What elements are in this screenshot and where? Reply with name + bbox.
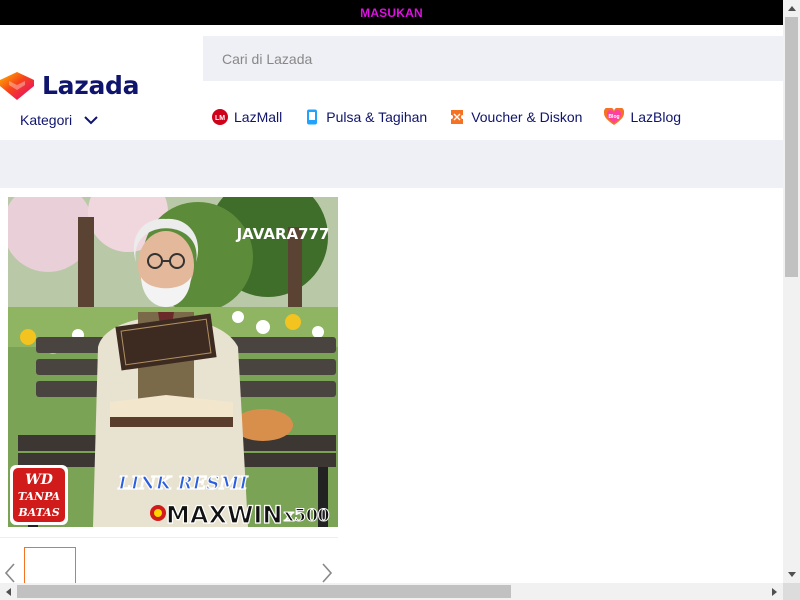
chevron-left-icon[interactable] [3, 562, 17, 583]
nav-link-voucher[interactable]: Voucher & Diskon [449, 109, 582, 125]
badge-text-2: TANPA [18, 490, 61, 503]
page-viewport: MASUKAN Lazada Kategori [0, 0, 783, 583]
top-bar: MASUKAN [0, 0, 783, 25]
logo-text: Lazada [42, 71, 140, 100]
scroll-right-icon[interactable] [766, 583, 783, 600]
nav-link-lazmall[interactable]: LM LazMall [212, 109, 282, 125]
thumbnail-item[interactable] [24, 547, 76, 583]
lazblog-icon: Blog [604, 108, 625, 126]
header: Lazada Kategori LM LazMall Pulsa & Tagih… [0, 25, 783, 140]
banner-multiplier-text: x500 [284, 506, 330, 526]
vertical-scrollbar[interactable] [783, 0, 800, 583]
lazada-logo[interactable]: Lazada [0, 71, 139, 100]
banner-watermark: JAVARA777 [236, 225, 330, 243]
chevron-down-icon [84, 115, 98, 124]
nav-link-label: Pulsa & Tagihan [326, 109, 428, 125]
search-input[interactable] [203, 36, 783, 81]
banner-link-text: LINK RESMI [117, 473, 248, 494]
lazada-heart-icon [0, 71, 34, 100]
nav-links: LM LazMall Pulsa & Tagihan Voucher & Dis… [212, 108, 703, 126]
svg-text:Blog: Blog [609, 114, 620, 120]
phone-icon [304, 109, 320, 125]
scroll-up-icon[interactable] [783, 0, 800, 17]
horizontal-scrollbar[interactable] [0, 583, 783, 600]
svg-text:LM: LM [215, 115, 225, 122]
horizontal-scroll-thumb[interactable] [17, 585, 511, 598]
scroll-down-icon[interactable] [783, 566, 800, 583]
kategori-label: Kategori [20, 112, 73, 128]
nav-link-label: LazBlog [630, 109, 682, 125]
kategori-dropdown[interactable]: Kategori [20, 112, 98, 128]
lazmall-icon: LM [212, 109, 228, 125]
badge-text-1: WD [25, 472, 54, 488]
scrollbar-corner [783, 583, 800, 600]
voucher-icon [449, 109, 465, 125]
chevron-right-icon[interactable] [320, 562, 334, 583]
nav-link-pulsa[interactable]: Pulsa & Tagihan [304, 109, 427, 125]
nav-link-label: LazMall [234, 109, 283, 125]
gallery-divider [0, 537, 338, 538]
badge-text-3: BATAS [17, 506, 59, 519]
product-image[interactable]: JAVARA777 WD TANPA BATAS LINK RESMI MAXW… [8, 197, 338, 527]
nav-link-label: Voucher & Diskon [471, 109, 583, 125]
nav-link-lazblog[interactable]: Blog LazBlog [604, 108, 681, 126]
banner-maxwin-text: MAXWIN [166, 501, 282, 527]
gray-band [0, 140, 783, 188]
vertical-scroll-thumb[interactable] [785, 17, 798, 277]
scroll-left-icon[interactable] [0, 583, 17, 600]
login-link[interactable]: MASUKAN [360, 6, 423, 20]
